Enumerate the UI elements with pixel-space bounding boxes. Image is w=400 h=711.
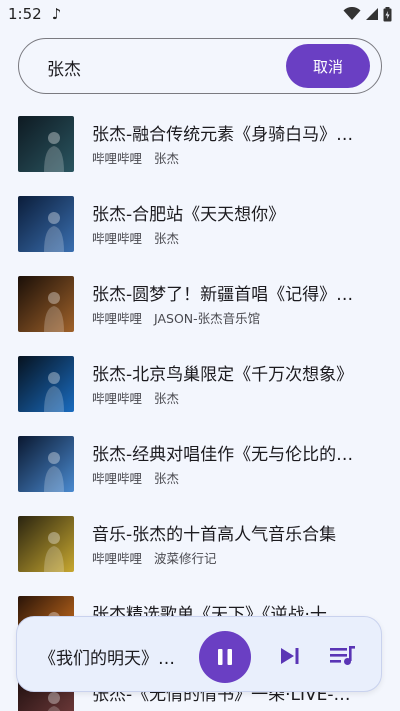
item-title: 张杰-融合传统元素《身骑白马》… (92, 125, 354, 145)
status-bar: 1:52 ♪ (0, 0, 400, 28)
video-thumbnail (18, 516, 74, 572)
item-source: 哔哩哔哩 (92, 231, 143, 246)
video-thumbnail (18, 116, 74, 172)
mini-player[interactable]: 《我们的明天》… (16, 616, 382, 692)
search-input[interactable] (47, 55, 277, 79)
item-source: 哔哩哔哩 (92, 311, 143, 326)
list-item[interactable]: 张杰-北京鸟巢限定《千万次想象》 哔哩哔哩 张杰 (0, 344, 400, 424)
item-title: 张杰-北京鸟巢限定《千万次想象》 (92, 365, 354, 385)
list-item[interactable]: 张杰-经典对唱佳作《无与伦比的… 哔哩哔哩 张杰 (0, 424, 400, 504)
video-thumbnail (18, 276, 74, 332)
item-author: 张杰 (154, 151, 180, 166)
battery-icon (383, 6, 392, 21)
skip-next-button[interactable] (275, 641, 305, 671)
skip-next-icon (281, 648, 299, 664)
wifi-icon (343, 7, 361, 20)
item-author: JASON-张杰音乐馆 (154, 311, 261, 326)
list-item[interactable]: 张杰-合肥站《天天想你》 哔哩哔哩 张杰 (0, 184, 400, 264)
item-title: 张杰-经典对唱佳作《无与伦比的… (92, 445, 354, 465)
item-meta: 哔哩哔哩 张杰 (92, 388, 382, 407)
item-author: 张杰 (154, 391, 180, 406)
item-source: 哔哩哔哩 (92, 391, 143, 406)
video-thumbnail (18, 436, 74, 492)
playlist-button[interactable] (327, 641, 359, 671)
item-author: 波菜修行记 (154, 551, 217, 566)
now-playing-title: 《我们的明天》… (39, 649, 175, 669)
video-thumbnail (18, 196, 74, 252)
item-title: 张杰-合肥站《天天想你》 (92, 205, 286, 225)
item-meta: 哔哩哔哩 张杰 (92, 148, 382, 167)
list-item[interactable]: 音乐-张杰的十首高人气音乐合集 哔哩哔哩 波菜修行记 (0, 504, 400, 584)
item-meta: 哔哩哔哩 JASON-张杰音乐馆 (92, 308, 382, 327)
signal-icon (366, 8, 378, 20)
music-note-icon: ♪ (51, 5, 62, 23)
playlist-icon (330, 646, 355, 665)
item-title: 音乐-张杰的十首高人气音乐合集 (92, 525, 337, 545)
status-time: 1:52 (8, 5, 42, 23)
search-bar: 取消 (18, 38, 382, 94)
list-item[interactable]: 张杰-圆梦了！新疆首唱《记得》… 哔哩哔哩 JASON-张杰音乐馆 (0, 264, 400, 344)
item-source: 哔哩哔哩 (92, 471, 143, 486)
item-title: 张杰-圆梦了！新疆首唱《记得》… (92, 285, 354, 305)
cancel-button[interactable]: 取消 (286, 44, 370, 88)
pause-icon (218, 649, 232, 665)
item-author: 张杰 (154, 471, 180, 486)
list-item[interactable]: 张杰-融合传统元素《身骑白马》… 哔哩哔哩 张杰 (0, 104, 400, 184)
video-thumbnail (18, 356, 74, 412)
item-author: 张杰 (154, 231, 180, 246)
pause-button[interactable] (199, 631, 251, 683)
item-meta: 哔哩哔哩 波菜修行记 (92, 548, 382, 567)
item-source: 哔哩哔哩 (92, 151, 143, 166)
item-source: 哔哩哔哩 (92, 551, 143, 566)
item-meta: 哔哩哔哩 张杰 (92, 228, 382, 247)
status-icons (343, 6, 392, 22)
item-meta: 哔哩哔哩 张杰 (92, 468, 382, 487)
